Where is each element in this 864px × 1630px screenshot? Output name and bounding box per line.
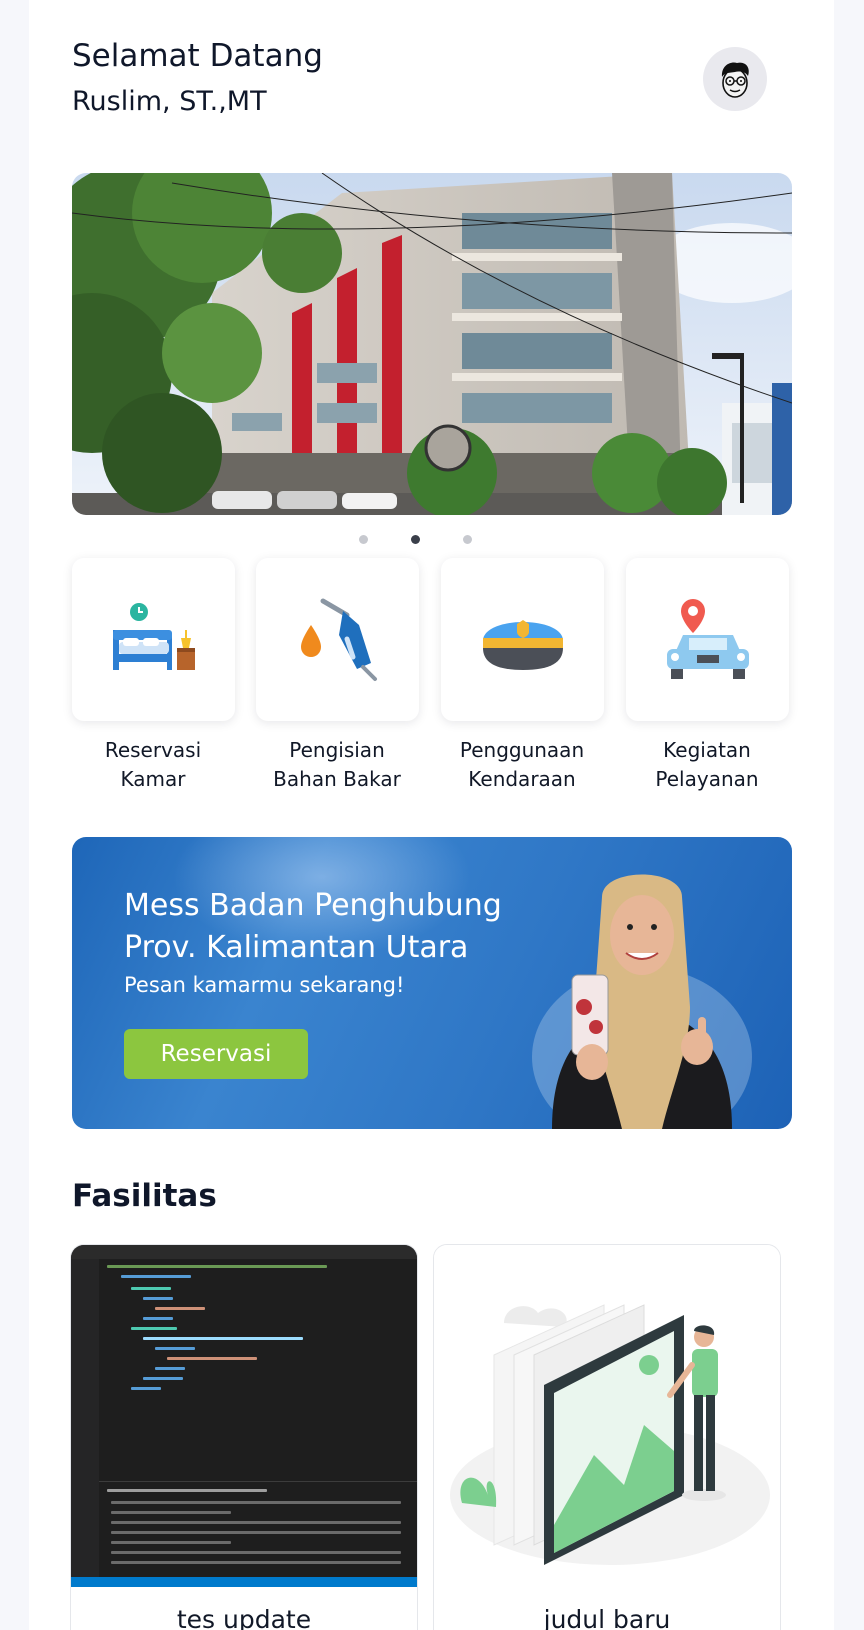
reservasi-button[interactable]: Reservasi [124,1029,308,1079]
greeting-text: Selamat Datang [72,38,323,74]
fuel-nozzle-icon [300,598,377,681]
car-with-location-pin-icon [666,598,749,679]
promo-title-line2: Prov. Kalimantan Utara [124,930,469,965]
bed-with-clock-icon [112,602,195,670]
label-line1: Reservasi [104,738,202,762]
avatar[interactable] [703,47,767,111]
carousel-dot-2[interactable] [411,535,420,544]
facility-card-judul-baru[interactable]: judul baru [433,1244,781,1630]
label-line1: Penggunaan [459,738,585,762]
fasilitas-section-title: Fasilitas [72,1178,217,1214]
welcome-header: Selamat Datang Ruslim, ST.,MT [72,36,323,120]
menu-label-pengisian-bahan-bakar: Pengisian Bahan Bakar [242,736,432,794]
promo-title-line1: Mess Badan Penghubung [124,888,502,923]
image-placeholder-illustration [434,1245,780,1587]
carousel-indicators [29,535,834,545]
hotel-building-photo [72,173,792,515]
menu-label-kegiatan-pelayanan: Kegiatan Pelayanan [612,736,802,794]
home-screen: Selamat Datang Ruslim, ST.,MT Reservasi … [29,0,834,1630]
label-line2: Kamar [120,767,186,791]
label-line2: Pelayanan [655,767,759,791]
woman-with-phone-illustration [532,874,752,1129]
menu-kegiatan-pelayanan[interactable] [626,558,789,721]
menu-reservasi-kamar[interactable] [72,558,235,721]
code-editor-screenshot [71,1245,417,1587]
user-name: Ruslim, ST.,MT [72,86,267,117]
label-line1: Pengisian [289,738,385,762]
officer-cap-icon [482,619,563,670]
menu-label-reservasi-kamar: Reservasi Kamar [58,736,248,794]
carousel-dot-3[interactable] [463,535,472,544]
carousel-dot-1[interactable] [359,535,368,544]
menu-label-penggunaan-kendaraan: Penggunaan Kendaraan [427,736,617,794]
label-line1: Kegiatan [663,738,751,762]
facility-card-tes-update[interactable]: tes update [70,1244,418,1630]
facility-title: tes update [176,1605,312,1630]
menu-penggunaan-kendaraan[interactable] [441,558,604,721]
promo-subtitle: Pesan kamarmu sekarang! [124,973,405,997]
promo-title: Mess Badan Penghubung Prov. Kalimantan U… [124,885,544,969]
label-line2: Kendaraan [468,767,576,791]
hero-carousel-image[interactable] [72,173,792,515]
menu-pengisian-bahan-bakar[interactable] [256,558,419,721]
promo-banner: Mess Badan Penghubung Prov. Kalimantan U… [72,837,792,1129]
facility-title: judul baru [543,1605,671,1630]
label-line2: Bahan Bakar [273,767,401,791]
cartoon-man-with-glasses-icon [721,62,749,98]
